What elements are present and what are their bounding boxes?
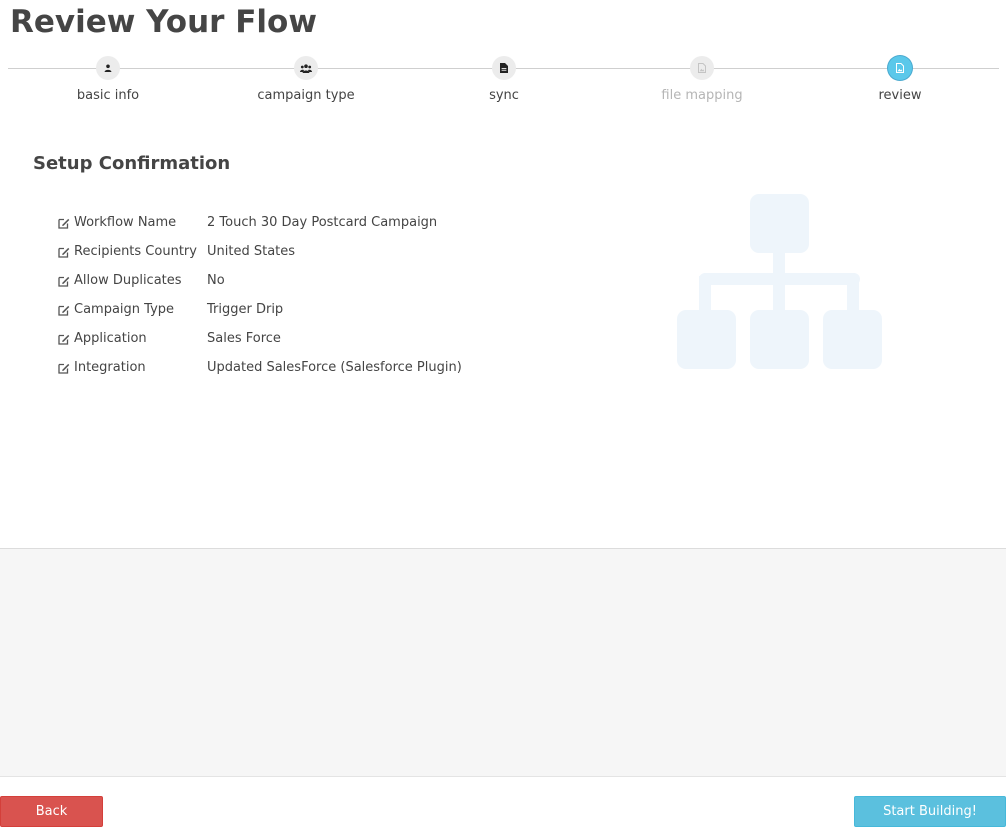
back-button[interactable]: Back — [0, 796, 103, 827]
user-icon — [96, 56, 120, 80]
detail-label: Integration — [74, 360, 146, 375]
step-label: basic info — [76, 88, 140, 103]
step-sync[interactable]: sync — [405, 56, 603, 103]
edit-icon — [58, 218, 70, 229]
detail-row: Recipients Country United States — [58, 237, 462, 266]
detail-label: Campaign Type — [74, 302, 175, 317]
detail-value: Updated SalesForce (Salesforce Plugin) — [207, 360, 462, 375]
step-basic-info[interactable]: basic info — [9, 56, 207, 103]
detail-value: Trigger Drip — [207, 302, 284, 317]
detail-label: Recipients Country — [74, 244, 197, 259]
footer-panel — [0, 548, 1006, 777]
edit-icon — [58, 247, 70, 258]
detail-value: Sales Force — [207, 331, 281, 346]
file-image-icon — [690, 56, 714, 80]
sitemap-icon — [677, 194, 882, 369]
detail-value: United States — [207, 244, 296, 259]
detail-row: Campaign Type Trigger Drip — [58, 295, 462, 324]
users-icon — [294, 56, 318, 80]
detail-label: Workflow Name — [74, 215, 177, 230]
step-file-mapping: file mapping — [603, 56, 801, 103]
step-review[interactable]: review — [801, 56, 999, 103]
step-label: sync — [489, 88, 519, 103]
page-title: Review Your Flow — [10, 4, 317, 40]
start-building-button[interactable]: Start Building! — [854, 796, 1006, 827]
edit-icon — [58, 305, 70, 316]
step-label: review — [878, 88, 922, 103]
detail-row: Integration Updated SalesForce (Salesfor… — [58, 353, 462, 382]
section-title: Setup Confirmation — [33, 153, 231, 174]
step-label: file mapping — [661, 88, 743, 103]
detail-label: Application — [74, 331, 147, 346]
detail-row: Allow Duplicates No — [58, 266, 462, 295]
detail-label: Allow Duplicates — [74, 273, 182, 288]
detail-value: No — [207, 273, 225, 288]
file-image-icon — [888, 56, 912, 80]
confirmation-details: Workflow Name 2 Touch 30 Day Postcard Ca… — [58, 208, 462, 382]
detail-row: Workflow Name 2 Touch 30 Day Postcard Ca… — [58, 208, 462, 237]
detail-row: Application Sales Force — [58, 324, 462, 353]
edit-icon — [58, 334, 70, 345]
edit-icon — [58, 363, 70, 374]
step-campaign-type[interactable]: campaign type — [207, 56, 405, 103]
edit-icon — [58, 276, 70, 287]
detail-value: 2 Touch 30 Day Postcard Campaign — [207, 215, 438, 230]
step-label: campaign type — [257, 88, 355, 103]
file-icon — [492, 56, 516, 80]
progress-stepper: basic info campaign type sync file mappi… — [0, 56, 1006, 116]
